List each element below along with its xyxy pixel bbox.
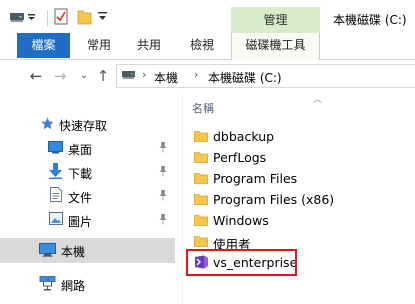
- nav-item-downloads[interactable]: 下載: [0, 160, 175, 184]
- manage-tab-label: 管理: [263, 13, 288, 27]
- properties-icon[interactable]: [54, 8, 68, 25]
- sort-ascending-icon: ︿: [313, 95, 323, 105]
- nav-quick-access[interactable]: 快速存取: [0, 112, 175, 136]
- nav-item-label: 圖片: [68, 215, 93, 229]
- pictures-icon: [49, 212, 63, 225]
- download-icon: [49, 163, 62, 179]
- desktop-icon: [48, 141, 63, 154]
- nav-item-label: 下載: [68, 167, 93, 181]
- network-icon: [39, 276, 56, 291]
- file-name: PerfLogs: [213, 150, 267, 165]
- breadcrumb-local-disk[interactable]: 本機磁碟 (C:): [208, 69, 282, 86]
- file-row-windows[interactable]: Windows: [190, 210, 415, 231]
- window-title: 本機磁碟 (C:): [333, 13, 407, 27]
- folder-icon: [194, 194, 208, 205]
- file-name: Windows: [213, 213, 269, 228]
- file-row-program-files-x86[interactable]: Program Files (x86): [190, 189, 415, 210]
- folder-icon: [194, 173, 208, 184]
- tab-home[interactable]: 常用: [87, 33, 111, 58]
- nav-item-documents[interactable]: 文件: [0, 184, 175, 208]
- column-header-name[interactable]: 名稱: [192, 100, 214, 116]
- pane-divider: [182, 95, 183, 304]
- breadcrumb-separator-icon[interactable]: ›: [142, 68, 146, 81]
- pin-icon[interactable]: [158, 213, 168, 225]
- tab-share[interactable]: 共用: [137, 33, 161, 58]
- pin-icon[interactable]: [158, 141, 168, 153]
- toolbar-divider: [47, 10, 48, 26]
- drive-icon[interactable]: [10, 11, 24, 23]
- back-arrow-icon[interactable]: ←: [26, 66, 46, 86]
- recent-locations-chevron-icon[interactable]: ⌄: [74, 66, 94, 86]
- file-name: dbbackup: [213, 129, 275, 144]
- nav-this-pc[interactable]: 本機: [0, 238, 175, 263]
- breadcrumb-this-pc[interactable]: 本機: [154, 69, 178, 86]
- folder-icon: [194, 131, 208, 142]
- tab-file[interactable]: 檔案: [17, 33, 70, 58]
- document-icon: [50, 187, 62, 202]
- manage-context-tab[interactable]: 管理: [231, 7, 320, 33]
- up-arrow-icon[interactable]: ↑: [93, 66, 113, 86]
- star-icon: [41, 117, 54, 130]
- forward-arrow-icon[interactable]: →: [50, 66, 70, 86]
- nav-item-label: 桌面: [68, 143, 93, 157]
- folder-icon: [194, 152, 208, 163]
- file-name: Program Files (x86): [213, 192, 335, 207]
- nav-item-desktop[interactable]: 桌面: [0, 136, 175, 160]
- tab-view[interactable]: 檢視: [190, 33, 214, 58]
- file-row-perflogs[interactable]: PerfLogs: [190, 147, 415, 168]
- drive-icon: [122, 71, 135, 79]
- folder-icon: [194, 236, 208, 247]
- computer-icon: [39, 243, 56, 257]
- highlight-annotation: [186, 249, 297, 276]
- nav-network[interactable]: 網路: [0, 272, 175, 296]
- new-folder-icon[interactable]: [77, 8, 92, 25]
- customize-toolbar-icon[interactable]: [98, 11, 107, 22]
- folder-icon: [194, 215, 208, 226]
- file-row-dbbackup[interactable]: dbbackup: [190, 126, 415, 147]
- nav-item-pictures[interactable]: 圖片: [0, 208, 175, 232]
- quick-access-toolbar-chevron-icon[interactable]: [27, 9, 36, 21]
- nav-network-label: 網路: [61, 279, 86, 293]
- nav-quick-access-label: 快速存取: [59, 119, 108, 133]
- breadcrumb-separator-icon[interactable]: ›: [194, 68, 198, 81]
- file-name: Program Files: [213, 171, 298, 186]
- nav-this-pc-label: 本機: [61, 245, 86, 259]
- file-row-program-files[interactable]: Program Files: [190, 168, 415, 189]
- tab-drive-tools[interactable]: 磁碟機工具: [231, 33, 320, 60]
- nav-item-label: 文件: [68, 191, 93, 205]
- pin-icon[interactable]: [158, 165, 168, 177]
- pin-icon[interactable]: [158, 189, 168, 201]
